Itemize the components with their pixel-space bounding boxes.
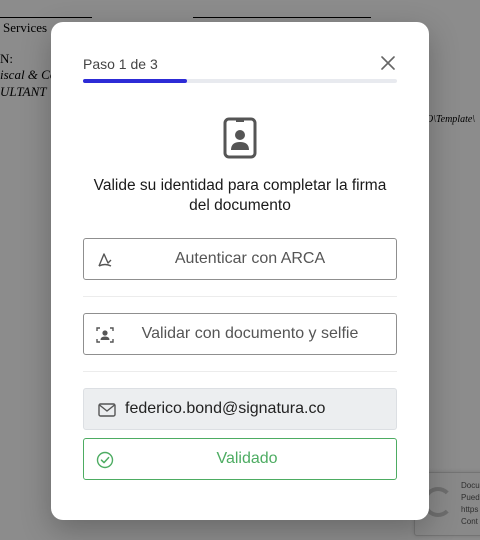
authenticate-arca-button[interactable]: Autenticar con ARCA [83, 238, 397, 280]
validate-document-selfie-button[interactable]: Validar con documento y selfie [83, 313, 397, 355]
email-value: federico.bond@signatura.co [125, 400, 326, 417]
modal-heading: Valide su identidad para completar la fi… [93, 177, 387, 214]
id-selfie-icon [96, 327, 114, 343]
validate-document-selfie-label: Validar con documento y selfie [141, 325, 359, 342]
close-icon [381, 56, 395, 70]
id-badge-icon [223, 117, 257, 159]
progress-bar [83, 79, 397, 83]
authenticate-arca-label: Autenticar con ARCA [174, 250, 326, 267]
email-field: federico.bond@signatura.co [83, 388, 397, 430]
arca-icon [98, 253, 112, 267]
step-indicator: Paso 1 de 3 [83, 56, 158, 72]
divider [83, 371, 397, 372]
divider [83, 296, 397, 297]
identity-verification-modal: Paso 1 de 3 Valide su identidad para com… [51, 22, 429, 520]
close-button[interactable] [377, 52, 399, 74]
check-circle-icon [96, 451, 114, 469]
validated-button[interactable]: Validado [83, 438, 397, 480]
envelope-icon [98, 403, 116, 417]
validated-label: Validado [216, 450, 278, 467]
progress-bar-fill [83, 79, 187, 83]
